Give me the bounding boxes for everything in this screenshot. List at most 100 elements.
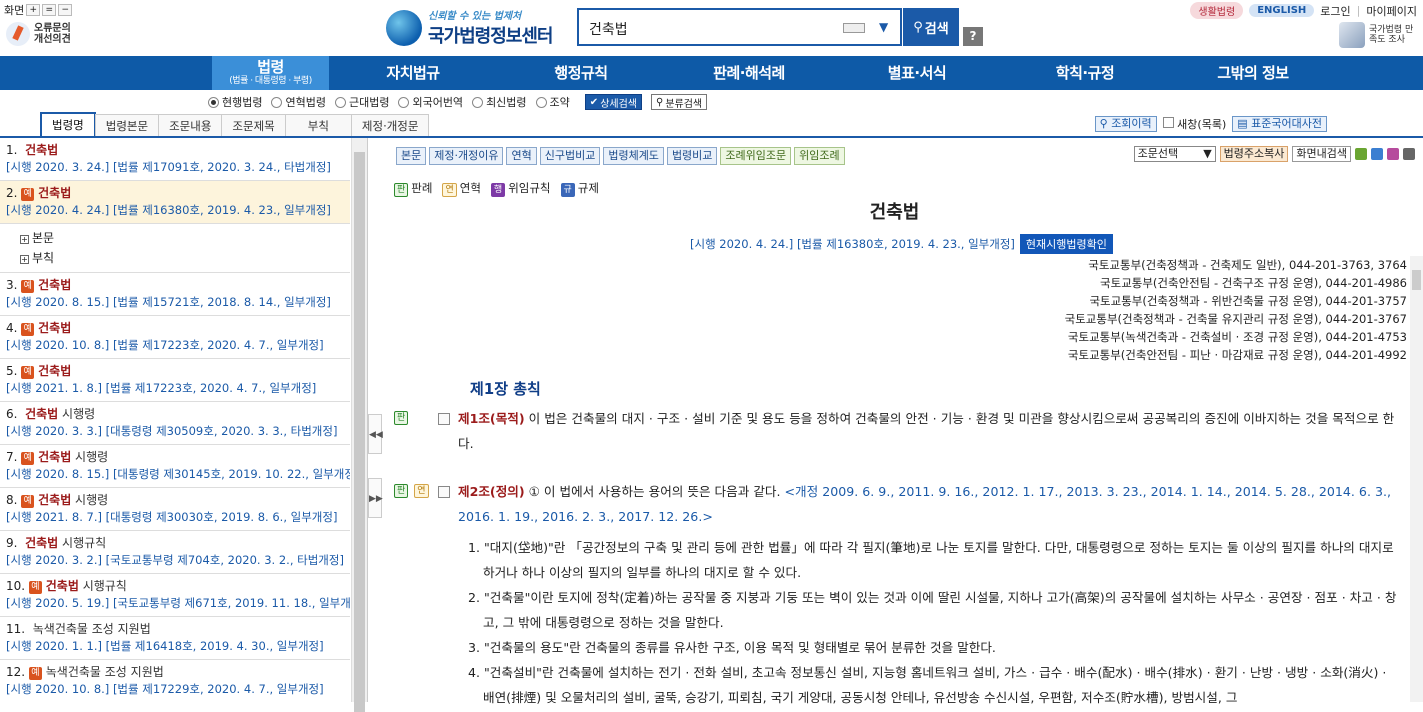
list-item[interactable]: 9. 건축법 시행규칙 [시행 2020. 3. 2.] [국토교통부령 제704… xyxy=(0,531,350,574)
current-law-button[interactable]: 현재시행법령확인 xyxy=(1019,234,1113,254)
list-item[interactable]: 8. 예 건축법 시행령 [시행 2021. 8. 7.] [대통령령 제3003… xyxy=(0,488,350,531)
radio-modern-law[interactable]: 근대법령 xyxy=(334,94,389,110)
old-new-compare-button[interactable]: 신구법비교 xyxy=(539,147,601,165)
search-icon: ⚲ xyxy=(913,19,923,35)
system-diagram-button[interactable]: 법령체계도 xyxy=(603,147,664,165)
nav-school-rule[interactable]: 학칙·규정 xyxy=(1001,56,1169,90)
site-logo[interactable]: 신뢰할 수 있는 법제처 국가법령정보센터 xyxy=(386,7,553,48)
item-name[interactable]: 건축법 xyxy=(25,143,58,157)
list-item[interactable]: 12. 예 녹색건축물 조성 지원법 [시행 2020. 10. 8.] [법률 … xyxy=(0,660,350,702)
hanja-icon[interactable] xyxy=(1371,148,1383,160)
reason-button[interactable]: 제정·개정이유 xyxy=(429,147,504,165)
precedent-tag-icon[interactable]: 판 xyxy=(394,484,409,498)
zoom-in-button[interactable]: + xyxy=(26,4,41,16)
item-name[interactable]: 건축법 xyxy=(38,278,71,292)
history-button[interactable]: 연혁 xyxy=(506,147,537,165)
tab-law-name[interactable]: 법령명 xyxy=(40,112,96,137)
law-compare-button[interactable]: 법령비교 xyxy=(666,147,718,165)
dictionary-button[interactable]: ▤ 표준국어대사전 xyxy=(1232,116,1327,132)
article-select[interactable]: 조문선택 ▼ xyxy=(1133,146,1216,162)
new-window-toggle[interactable]: 새창(목록) xyxy=(1162,116,1226,132)
list-item[interactable]: 4. 예 건축법 [시행 2020. 10. 8.] [법률 제17223호, 2… xyxy=(0,316,350,359)
keyboard-icon[interactable] xyxy=(843,23,865,33)
item-name[interactable]: 건축법 xyxy=(46,579,79,593)
address-copy-button[interactable]: 법령주소복사 xyxy=(1219,146,1289,162)
save-icon[interactable] xyxy=(1387,148,1399,160)
radio-history-law[interactable]: 연혁법령 xyxy=(271,94,326,110)
scroll-thumb[interactable] xyxy=(1412,270,1421,290)
item-sub: [시행 2020. 10. 8.] [법률 제17223호, 2020. 4. … xyxy=(6,338,324,352)
error-report-link[interactable]: 오류문의 개선의견 xyxy=(6,22,74,46)
login-link[interactable]: 로그인 xyxy=(1320,3,1350,19)
screen-search-button[interactable]: 화면내검색 xyxy=(1292,146,1351,162)
item-suffix: 시행령 xyxy=(58,407,96,421)
item-name[interactable]: 녹색건축물 조성 지원법 xyxy=(33,622,151,636)
satisfaction-survey-link[interactable]: 국가법령 만족도 조사 xyxy=(1339,22,1417,48)
article-number[interactable]: 제2조(정의) xyxy=(458,484,525,499)
list-item[interactable]: 11. 녹색건축물 조성 지원법 [시행 2020. 1. 1.] [법률 제16… xyxy=(0,617,350,660)
list-item[interactable]: 10. 예 건축법 시행규칙 [시행 2020. 5. 19.] [국토교통부령 … xyxy=(0,574,350,617)
item-name[interactable]: 녹색건축물 조성 지원법 xyxy=(46,665,164,679)
scroll-thumb[interactable] xyxy=(354,152,365,712)
print-icon[interactable] xyxy=(1403,148,1415,160)
precedent-tag-icon[interactable]: 판 xyxy=(394,411,409,425)
list-item[interactable]: 5. 예 건축법 [시행 2021. 1. 8.] [법률 제17223호, 20… xyxy=(0,359,350,402)
article-number[interactable]: 제1조(목적) xyxy=(458,411,525,426)
pre-enforcement-badge: 예 xyxy=(28,667,42,680)
history-tag-icon[interactable]: 연 xyxy=(414,484,429,498)
radio-current-law[interactable]: 현행법령 xyxy=(208,94,262,110)
english-link[interactable]: ENGLISH xyxy=(1249,4,1315,17)
zoom-out-button[interactable]: − xyxy=(58,4,73,16)
list-item[interactable]: 7. 예 건축법 시행령 [시행 2020. 8. 15.] [대통령령 제301… xyxy=(0,445,350,488)
tab-article-content[interactable]: 조문내용 xyxy=(158,114,223,137)
radio-treaty[interactable]: 조약 xyxy=(535,94,570,110)
body-button[interactable]: 본문 xyxy=(396,147,427,165)
list-item[interactable]: 3. 예 건축법 [시행 2020. 8. 15.] [법률 제15721호, 2… xyxy=(0,273,350,316)
content-scrollbar[interactable] xyxy=(1410,256,1423,702)
nav-admin-rule[interactable]: 행정규칙 xyxy=(497,56,665,90)
mypage-link[interactable]: 마이페이지 xyxy=(1366,3,1417,19)
search-box[interactable]: 건축법 ▼ xyxy=(577,8,902,46)
item-name[interactable]: 건축법 xyxy=(38,321,71,335)
search-dropdown-icon[interactable]: ▼ xyxy=(879,20,888,34)
article-checkbox[interactable] xyxy=(438,486,450,498)
tab-supplementary[interactable]: 부칙 xyxy=(284,114,352,137)
ordinance-delegation-button[interactable]: 조례위임조문 xyxy=(720,147,792,165)
zoom-reset-button[interactable]: = xyxy=(42,4,57,16)
expand-right-icon[interactable]: ▶▶ xyxy=(368,478,383,518)
item-name[interactable]: 건축법 xyxy=(38,450,71,464)
tab-article-title[interactable]: 조문제목 xyxy=(221,114,286,137)
new-window-checkbox[interactable] xyxy=(1162,117,1174,128)
item-name[interactable]: 건축법 xyxy=(25,536,58,550)
list-item[interactable]: 1. 건축법 [시행 2020. 3. 24.] [법률 제17091호, 202… xyxy=(0,138,350,181)
help-button[interactable]: ? xyxy=(963,27,983,46)
tab-law-body[interactable]: 법령본문 xyxy=(94,114,160,137)
item-name[interactable]: 건축법 xyxy=(38,493,71,507)
detail-search-button[interactable]: ✔ 상세검색 xyxy=(584,94,642,110)
article-checkbox[interactable] xyxy=(438,413,450,425)
life-law-link[interactable]: 생활법령 xyxy=(1190,2,1244,19)
nav-law[interactable]: 법령 (법률 · 대통령령 · 부령) xyxy=(212,56,329,90)
nav-appendix[interactable]: 별표·서식 xyxy=(833,56,1001,90)
radio-translation[interactable]: 외국어번역 xyxy=(398,94,463,110)
tree-node-body[interactable]: + 본문 xyxy=(20,228,330,248)
history-button[interactable]: ⚲ 조회이력 xyxy=(1094,116,1157,132)
tree-node-supplementary[interactable]: + 부칙 xyxy=(20,248,330,268)
list-item[interactable]: 6. 건축법 시행령 [시행 2020. 3. 3.] [대통령령 제30509호… xyxy=(0,402,350,445)
tab-enactment[interactable]: 제정·개정문 xyxy=(350,114,430,137)
nav-precedent[interactable]: 판례·해석례 xyxy=(665,56,833,90)
item-name[interactable]: 건축법 xyxy=(38,364,71,378)
search-button[interactable]: ⚲ 검색 xyxy=(903,8,959,46)
nav-local-law[interactable]: 자치법규 xyxy=(329,56,497,90)
expand-icon[interactable]: + xyxy=(20,255,29,264)
search-input[interactable]: 건축법 xyxy=(589,19,628,39)
collapse-left-icon[interactable]: ◀◀ xyxy=(368,414,383,454)
radio-latest-law[interactable]: 최신법령 xyxy=(472,94,527,110)
bookmark-add-icon[interactable] xyxy=(1355,148,1367,160)
delegated-ordinance-button[interactable]: 위임조례 xyxy=(794,147,845,165)
category-search-button[interactable]: ⚲ 분류검색 xyxy=(651,94,708,110)
expand-icon[interactable]: + xyxy=(20,235,29,244)
item-number: 5. xyxy=(6,364,18,378)
nav-other-info[interactable]: 그밖의 정보 xyxy=(1169,56,1337,90)
item-name[interactable]: 건축법 xyxy=(25,407,58,421)
